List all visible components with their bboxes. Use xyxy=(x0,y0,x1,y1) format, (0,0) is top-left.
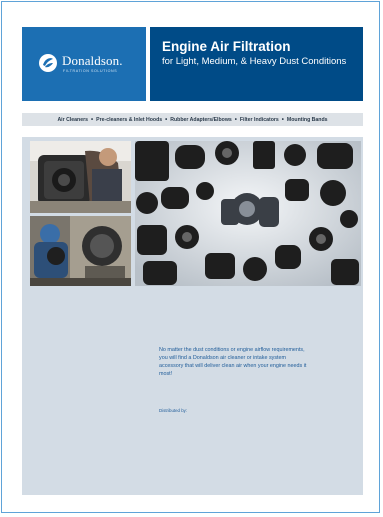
bullet-separator: • xyxy=(234,116,237,123)
category-mounting-bands: Mounting Bands xyxy=(286,116,328,123)
photo-worker-inspecting-filters xyxy=(30,216,131,286)
title-block: Engine Air Filtration for Light, Medium,… xyxy=(150,27,363,101)
category-filter-indicators: Filter Indicators xyxy=(239,116,279,123)
category-pre-cleaners: Pre-cleaners & Inlet Hoods xyxy=(96,116,163,123)
page-title: Engine Air Filtration xyxy=(162,39,291,54)
category-air-cleaners: Air Cleaners xyxy=(57,116,89,123)
brand-tagline: FILTRATION SOLUTIONS xyxy=(63,69,118,73)
bullet-separator: • xyxy=(165,116,168,123)
brand-name: Donaldson. xyxy=(62,53,123,68)
brand-logo-block: Donaldson. FILTRATION SOLUTIONS xyxy=(22,27,146,101)
donaldson-leaf-logo-icon xyxy=(39,54,57,72)
bullet-separator: • xyxy=(281,116,284,123)
category-rubber-adapters: Rubber Adapters/Elbows xyxy=(170,116,232,123)
page-subtitle: for Light, Medium, & Heavy Dust Conditio… xyxy=(162,56,347,67)
photo-filtration-products-assortment xyxy=(135,141,361,286)
marketing-tagline: No matter the dust conditions or engine … xyxy=(159,347,307,378)
product-category-bar: Air Cleaners • Pre-cleaners & Inlet Hood… xyxy=(22,113,363,126)
photo-technician-servicing-air-cleaner xyxy=(30,141,131,213)
bullet-separator: • xyxy=(91,116,94,123)
distributed-by-label: Distributed by: xyxy=(159,408,188,413)
